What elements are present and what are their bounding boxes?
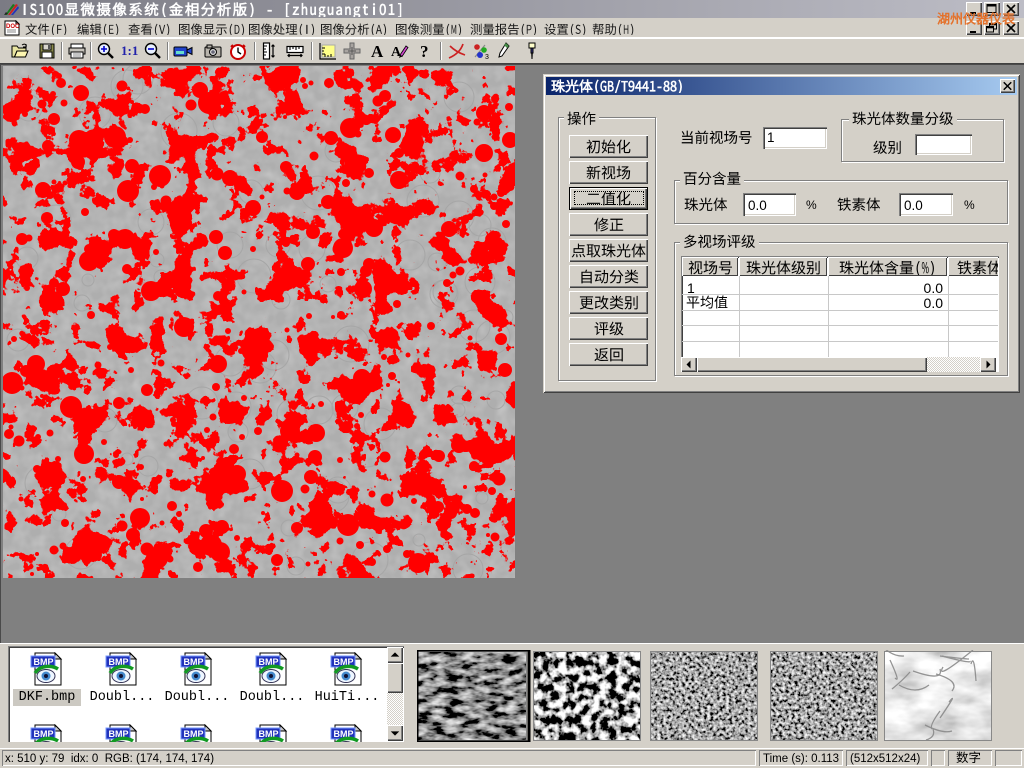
svg-text:DOC: DOC bbox=[6, 24, 20, 30]
svg-text:1:1: 1:1 bbox=[121, 43, 138, 58]
svg-text:?: ? bbox=[420, 42, 429, 61]
svg-text:A: A bbox=[391, 45, 402, 60]
svg-text:A: A bbox=[371, 42, 384, 61]
svg-text:3: 3 bbox=[485, 54, 489, 61]
